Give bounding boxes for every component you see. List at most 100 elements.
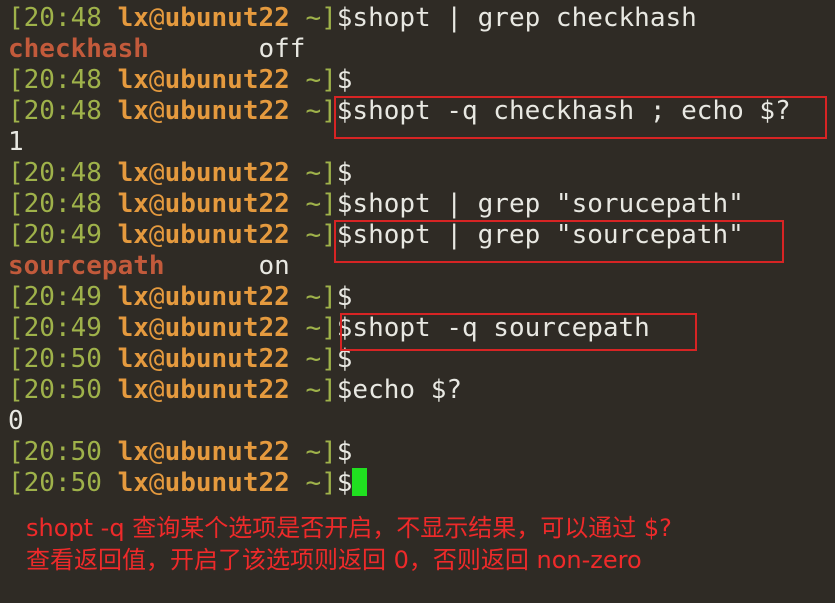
- prompt-at: @: [148, 313, 165, 343]
- prompt-bracket-close: ]: [321, 189, 337, 219]
- prompt-user: lx: [117, 3, 149, 33]
- highlight-box-checkhash-cmd: [334, 96, 827, 139]
- terminal-line: checkhash off: [8, 34, 835, 65]
- prompt-user: lx: [117, 282, 149, 312]
- option-value: off: [258, 34, 306, 64]
- prompt-bracket-open: [: [8, 313, 24, 343]
- prompt-bracket-close: ]: [321, 344, 337, 374]
- prompt-at: @: [148, 65, 165, 95]
- prompt-time: 20:50: [23, 344, 102, 374]
- prompt-host: ubunut22: [164, 158, 290, 188]
- prompt-dollar: $: [336, 3, 353, 33]
- prompt-at: @: [148, 189, 165, 219]
- prompt-dollar: $: [336, 189, 353, 219]
- prompt-bracket-close: ]: [321, 158, 337, 188]
- prompt-dollar: $: [336, 437, 353, 467]
- command-text: shopt | grep "sorucepath": [352, 189, 744, 219]
- option-name: checkhash: [8, 34, 149, 64]
- prompt-time: 20:49: [23, 313, 102, 343]
- prompt-host: ubunut22: [164, 96, 290, 126]
- option-value: on: [258, 251, 290, 281]
- terminal-line: [20:50 lx@ubunut22 ~]$: [8, 468, 835, 499]
- prompt-user: lx: [117, 96, 149, 126]
- prompt-bracket-open: [: [8, 468, 24, 498]
- prompt-at: @: [148, 375, 165, 405]
- terminal-line: [20:48 lx@ubunut22 ~]$shopt | grep check…: [8, 3, 835, 34]
- prompt-user: lx: [117, 437, 149, 467]
- command-text: shopt | grep checkhash: [352, 3, 697, 33]
- prompt-dollar: $: [336, 282, 353, 312]
- prompt-bracket-close: ]: [321, 313, 337, 343]
- prompt-time: 20:48: [23, 3, 102, 33]
- prompt-dir: ~: [289, 220, 322, 250]
- annotation-line-1: shopt -q 查询某个选项是否开启，不显示结果，可以通过 $?: [26, 514, 672, 542]
- prompt-dollar: $: [336, 158, 353, 188]
- option-padding: [165, 251, 259, 281]
- prompt-host: ubunut22: [164, 437, 290, 467]
- prompt-dir: ~: [289, 189, 322, 219]
- prompt-bracket-close: ]: [321, 65, 337, 95]
- terminal-line: [20:48 lx@ubunut22 ~]$: [8, 158, 835, 189]
- prompt-dir: ~: [289, 158, 322, 188]
- prompt-at: @: [148, 282, 165, 312]
- prompt-time: 20:50: [23, 437, 102, 467]
- prompt-time: 20:48: [23, 65, 102, 95]
- prompt-time: 20:48: [23, 158, 102, 188]
- prompt-bracket-close: ]: [321, 468, 337, 498]
- prompt-bracket-close: ]: [321, 3, 337, 33]
- prompt-host: ubunut22: [164, 282, 290, 312]
- prompt-dollar: $: [336, 468, 353, 498]
- prompt-dir: ~: [289, 437, 322, 467]
- prompt-bracket-open: [: [8, 3, 24, 33]
- prompt-at: @: [148, 3, 165, 33]
- option-padding: [149, 34, 259, 64]
- prompt-host: ubunut22: [164, 313, 290, 343]
- prompt-host: ubunut22: [164, 189, 290, 219]
- prompt-at: @: [148, 96, 165, 126]
- prompt-dir: ~: [289, 282, 322, 312]
- prompt-dir: ~: [289, 468, 322, 498]
- annotation-note: shopt -q 查询某个选项是否开启，不显示结果，可以通过 $? 查看返回值，…: [26, 512, 672, 576]
- prompt-time: 20:49: [23, 220, 102, 250]
- prompt-bracket-open: [: [8, 344, 24, 374]
- prompt-user: lx: [117, 313, 149, 343]
- highlight-box-grep-sourcepath: [334, 220, 784, 263]
- highlight-box-shopt-q-sourcepath: [340, 313, 697, 351]
- prompt-time: 20:50: [23, 468, 102, 498]
- output-text: 0: [8, 406, 24, 436]
- prompt-time: 20:50: [23, 375, 102, 405]
- prompt-at: @: [148, 437, 165, 467]
- prompt-bracket-open: [: [8, 96, 24, 126]
- prompt-bracket-open: [: [8, 437, 24, 467]
- prompt-bracket-open: [: [8, 282, 24, 312]
- prompt-dir: ~: [289, 344, 322, 374]
- prompt-user: lx: [117, 220, 149, 250]
- prompt-dir: ~: [289, 96, 322, 126]
- prompt-time: 20:48: [23, 96, 102, 126]
- prompt-at: @: [148, 468, 165, 498]
- terminal-cursor[interactable]: [352, 468, 368, 496]
- option-name: sourcepath: [8, 251, 165, 281]
- prompt-bracket-close: ]: [321, 375, 337, 405]
- prompt-user: lx: [117, 344, 149, 374]
- prompt-at: @: [148, 158, 165, 188]
- terminal-line: 0: [8, 406, 835, 437]
- prompt-user: lx: [117, 375, 149, 405]
- terminal-line: [20:50 lx@ubunut22 ~]$: [8, 437, 835, 468]
- prompt-user: lx: [117, 65, 149, 95]
- output-text: 1: [8, 127, 24, 157]
- prompt-time: 20:49: [23, 282, 102, 312]
- prompt-host: ubunut22: [164, 65, 290, 95]
- prompt-at: @: [148, 220, 165, 250]
- prompt-bracket-open: [: [8, 189, 24, 219]
